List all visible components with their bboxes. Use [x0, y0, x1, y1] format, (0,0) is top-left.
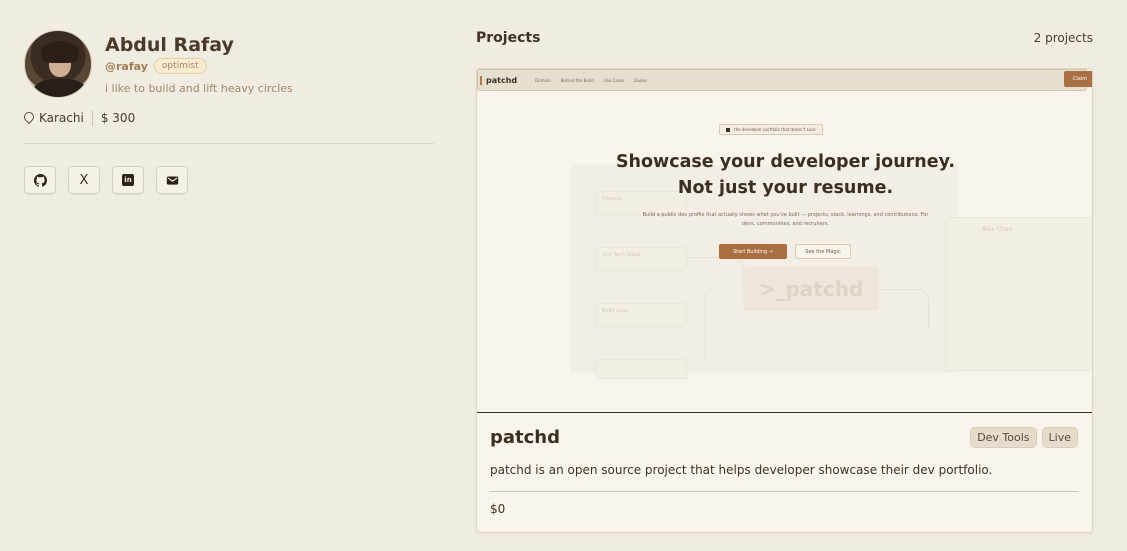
preview-cta: Claim: [1064, 71, 1092, 87]
project-card-body: patchd Dev Tools Live patchd is an open …: [477, 413, 1092, 516]
preview-nav-link: Behind the Build: [560, 77, 594, 83]
profile-location: Karachi: [39, 111, 84, 125]
profile-name: Abdul Rafay: [105, 34, 234, 56]
projects-count: 2 projects: [1033, 31, 1093, 45]
preview-hero-subtitle: Build a public dev profile that actually…: [642, 212, 929, 227]
project-preview-image[interactable]: Projects </> Tech Stack Build Logs Alex …: [477, 69, 1092, 413]
project-card[interactable]: Projects </> Tech Stack Build Logs Alex …: [476, 68, 1093, 533]
profile-meta: Karachi $ 300: [21, 109, 436, 126]
x-icon: X: [79, 172, 89, 188]
mail-button[interactable]: [156, 166, 188, 194]
ghost-card: </> Tech Stack: [595, 247, 687, 271]
project-tags: Dev Tools Live: [970, 427, 1078, 448]
github-icon: [33, 173, 47, 187]
profile-panel: Abdul Rafay @rafay optimist i like to bu…: [21, 30, 436, 194]
preview-hero-title: Showcase your developer journey. Not jus…: [615, 152, 956, 198]
avatar[interactable]: [24, 30, 92, 98]
projects-header: Projects 2 projects: [476, 30, 1093, 46]
preview-start-button: Start Building →: [719, 244, 787, 259]
preview-announcement: the developer portfolio that doesn't suc…: [719, 124, 823, 135]
linkedin-icon: in: [122, 174, 134, 186]
meta-separator: [91, 110, 93, 126]
project-name[interactable]: patchd: [490, 427, 560, 448]
project-divider: [490, 491, 1078, 492]
preview-magic-button: See the Magic: [795, 244, 851, 259]
project-status-badge: Live: [1041, 427, 1078, 448]
preview-nav: patchd Domain Behind the Build Use Cases…: [477, 69, 1087, 91]
mail-icon: [166, 175, 178, 185]
profile-handle[interactable]: @rafay: [105, 60, 148, 73]
x-button[interactable]: X: [68, 166, 100, 194]
profile-header: Abdul Rafay @rafay optimist i like to bu…: [24, 30, 436, 98]
projects-title: Projects: [476, 30, 541, 46]
preview-ghost-logo: >_patchd: [743, 267, 879, 311]
projects-section: Projects 2 projects Projects </> Tech St…: [476, 30, 1093, 533]
project-tag: Dev Tools: [970, 427, 1037, 448]
ghost-profile-card: Alex Chen: [945, 217, 1092, 371]
mood-badge: optimist: [153, 58, 207, 74]
profile-identity: Abdul Rafay @rafay optimist i like to bu…: [105, 30, 293, 95]
location-pin-icon: [21, 109, 37, 125]
preview-logo: patchd: [480, 75, 525, 85]
preview-nav-link: Dudes: [634, 77, 648, 83]
preview-nav-link: Domain: [535, 77, 551, 83]
social-links: X in: [24, 166, 436, 194]
ghost-card: Build Logs: [595, 303, 687, 327]
project-price: $0: [490, 502, 506, 516]
project-title-row: patchd Dev Tools Live: [490, 427, 1078, 448]
github-button[interactable]: [24, 166, 56, 194]
linkedin-button[interactable]: in: [112, 166, 144, 194]
profile-bio: i like to build and lift heavy circles: [105, 82, 293, 95]
handle-row: @rafay optimist: [105, 58, 293, 74]
preview-nav-link: Use Cases: [603, 77, 625, 83]
profile-divider: [24, 143, 434, 144]
project-description: patchd is an open source project that he…: [490, 463, 993, 477]
profile-amount: $ 300: [100, 111, 136, 125]
ghost-card: [595, 359, 687, 379]
